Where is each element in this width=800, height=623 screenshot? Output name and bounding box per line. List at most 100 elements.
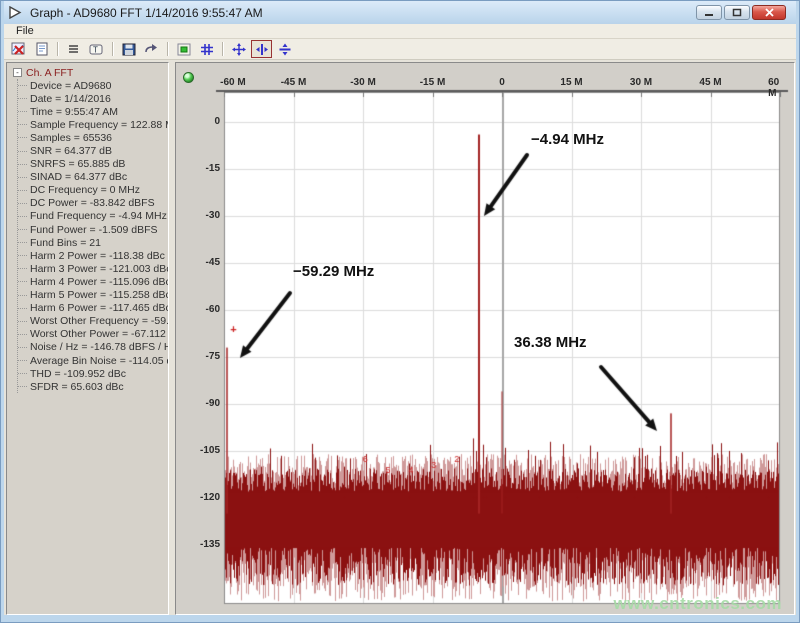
tree-twig [18, 360, 27, 361]
tree-item-label: Time = 9:55:47 AM [30, 106, 118, 118]
title-bar[interactable]: Graph - AD9680 FFT 1/14/2016 9:55:47 AM [4, 1, 796, 24]
x-tick-label: 45 M [699, 77, 721, 88]
tree-item-label: Harm 6 Power = -117.465 dBc [30, 302, 169, 314]
export-icon[interactable] [141, 40, 162, 58]
results-tree-panel: - Ch. A FFT Device = AD9680Date = 1/14/2… [6, 62, 169, 615]
tree-item-label: SNRFS = 65.885 dB [30, 158, 125, 170]
annotation-label: −59.29 MHz [293, 263, 374, 280]
x-tick-label: -45 M [281, 77, 307, 88]
tree-item[interactable]: Sample Frequency = 122.88 MHz [18, 118, 166, 131]
tree-item-label: Worst Other Power = -67.112 dBFS [30, 328, 169, 340]
tree-item-label: DC Frequency = 0 MHz [30, 184, 140, 196]
tree-item-label: Fund Power = -1.509 dBFS [30, 224, 158, 236]
tree-item-label: Harm 4 Power = -115.096 dBc [30, 276, 169, 288]
tree-item[interactable]: SNR = 64.377 dB [18, 144, 166, 157]
y-tick-label: -45 [180, 257, 220, 268]
tree-twig [18, 124, 27, 125]
tree-root-row[interactable]: - Ch. A FFT [13, 66, 166, 79]
tree-twig [18, 347, 27, 348]
zoom-fit-icon[interactable] [228, 40, 249, 58]
y-tick-label: -30 [180, 210, 220, 221]
toolbar-separator [112, 42, 113, 56]
y-tick-label: -60 [180, 304, 220, 315]
tree-item[interactable]: Worst Other Frequency = -59.38 MHz [18, 315, 166, 328]
close-graph-icon[interactable] [8, 40, 29, 58]
tree-twig [18, 295, 27, 296]
x-tick-label: 0 [499, 77, 505, 88]
tree-item[interactable]: THD = -109.952 dBc [18, 367, 166, 380]
tree-item-label: THD = -109.952 dBc [30, 368, 126, 380]
tree-item-label: SINAD = 64.377 dBc [30, 171, 127, 183]
annotation-icon[interactable] [173, 40, 194, 58]
tree-item[interactable]: Samples = 65536 [18, 131, 166, 144]
tree-item[interactable]: DC Power = -83.842 dBFS [18, 197, 166, 210]
tree-twig [18, 308, 27, 309]
tree-item[interactable]: SNRFS = 65.885 dB [18, 158, 166, 171]
tree-item[interactable]: Harm 5 Power = -115.258 dBc [18, 289, 166, 302]
y-tick-label: -90 [180, 398, 220, 409]
label-tool-icon[interactable]: T [86, 40, 107, 58]
y-tick-label: -105 [180, 445, 220, 456]
tree-item[interactable]: Fund Frequency = -4.94 MHz [18, 210, 166, 223]
tree-item[interactable]: Harm 2 Power = -118.38 dBc [18, 249, 166, 262]
tree-item-label: Average Bin Noise = -114.05 dBFS [30, 355, 169, 367]
menu-file[interactable]: File [10, 25, 40, 37]
fit-horizontal-icon[interactable] [251, 40, 272, 58]
watermark: www.cntronics.com [614, 594, 782, 614]
x-tick-label: 30 M [630, 77, 652, 88]
tree-item[interactable]: Time = 9:55:47 AM [18, 105, 166, 118]
tree-item-label: DC Power = -83.842 dBFS [30, 197, 155, 209]
tree-item-label: Samples = 65536 [30, 132, 112, 144]
tree-twig [18, 321, 27, 322]
save-icon[interactable] [118, 40, 139, 58]
svg-text:T: T [93, 45, 98, 54]
app-window: Graph - AD9680 FFT 1/14/2016 9:55:47 AM … [0, 0, 800, 623]
toolbar-separator [57, 42, 58, 56]
app-logo-triangle-icon [8, 6, 24, 20]
tree-item[interactable]: SFDR = 65.603 dBc [18, 380, 166, 393]
tree-item[interactable]: Worst Other Power = -67.112 dBFS [18, 328, 166, 341]
tree-item[interactable]: Average Bin Noise = -114.05 dBFS [18, 354, 166, 367]
close-button[interactable] [752, 5, 786, 20]
tree-twig [18, 255, 27, 256]
list-icon[interactable] [63, 40, 84, 58]
content-area: - Ch. A FFT Device = AD9680Date = 1/14/2… [4, 60, 796, 615]
tree-collapse-icon[interactable]: - [13, 68, 22, 77]
grid-icon[interactable] [196, 40, 217, 58]
tree-twig [18, 242, 27, 243]
tree-item-label: Sample Frequency = 122.88 MHz [30, 119, 169, 131]
tree-twig [18, 386, 27, 387]
y-tick-label: -15 [180, 163, 220, 174]
tree-items: Device = AD9680Date = 1/14/2016Time = 9:… [17, 79, 166, 393]
tree-item[interactable]: Harm 3 Power = -121.003 dBc [18, 262, 166, 275]
maximize-button[interactable] [724, 5, 750, 20]
tree-item[interactable]: DC Frequency = 0 MHz [18, 184, 166, 197]
tree-twig [18, 177, 27, 178]
tree-twig [18, 137, 27, 138]
fit-vertical-icon[interactable] [274, 40, 295, 58]
annotation-label: −4.94 MHz [531, 131, 604, 148]
tree-twig [18, 164, 27, 165]
tree-item[interactable]: Noise / Hz = -146.78 dBFS / Hz [18, 341, 166, 354]
tree-item[interactable]: Harm 4 Power = -115.096 dBc [18, 275, 166, 288]
toolbar-separator [167, 42, 168, 56]
tree-twig [18, 216, 27, 217]
menu-bar: File [4, 24, 796, 39]
fft-plot-panel: -60 M-45 M-30 M-15 M015 M30 M45 M60 M0-1… [175, 62, 795, 615]
tree-twig [18, 229, 27, 230]
report-icon[interactable] [31, 40, 52, 58]
tree-item-label: Harm 2 Power = -118.38 dBc [30, 250, 165, 262]
tree-item[interactable]: Harm 6 Power = -117.465 dBc [18, 302, 166, 315]
tree-item[interactable]: SINAD = 64.377 dBc [18, 171, 166, 184]
tree-item-label: Device = AD9680 [30, 80, 111, 92]
tree-item[interactable]: Date = 1/14/2016 [18, 92, 166, 105]
tree-item-label: Fund Frequency = -4.94 MHz [30, 210, 167, 222]
tree-item[interactable]: Fund Bins = 21 [18, 236, 166, 249]
tree-twig [18, 190, 27, 191]
fft-plot-canvas[interactable] [176, 63, 795, 615]
tree-twig [18, 98, 27, 99]
tree-item[interactable]: Fund Power = -1.509 dBFS [18, 223, 166, 236]
minimize-button[interactable] [696, 5, 722, 20]
tree-twig [18, 268, 27, 269]
tree-item[interactable]: Device = AD9680 [18, 79, 166, 92]
